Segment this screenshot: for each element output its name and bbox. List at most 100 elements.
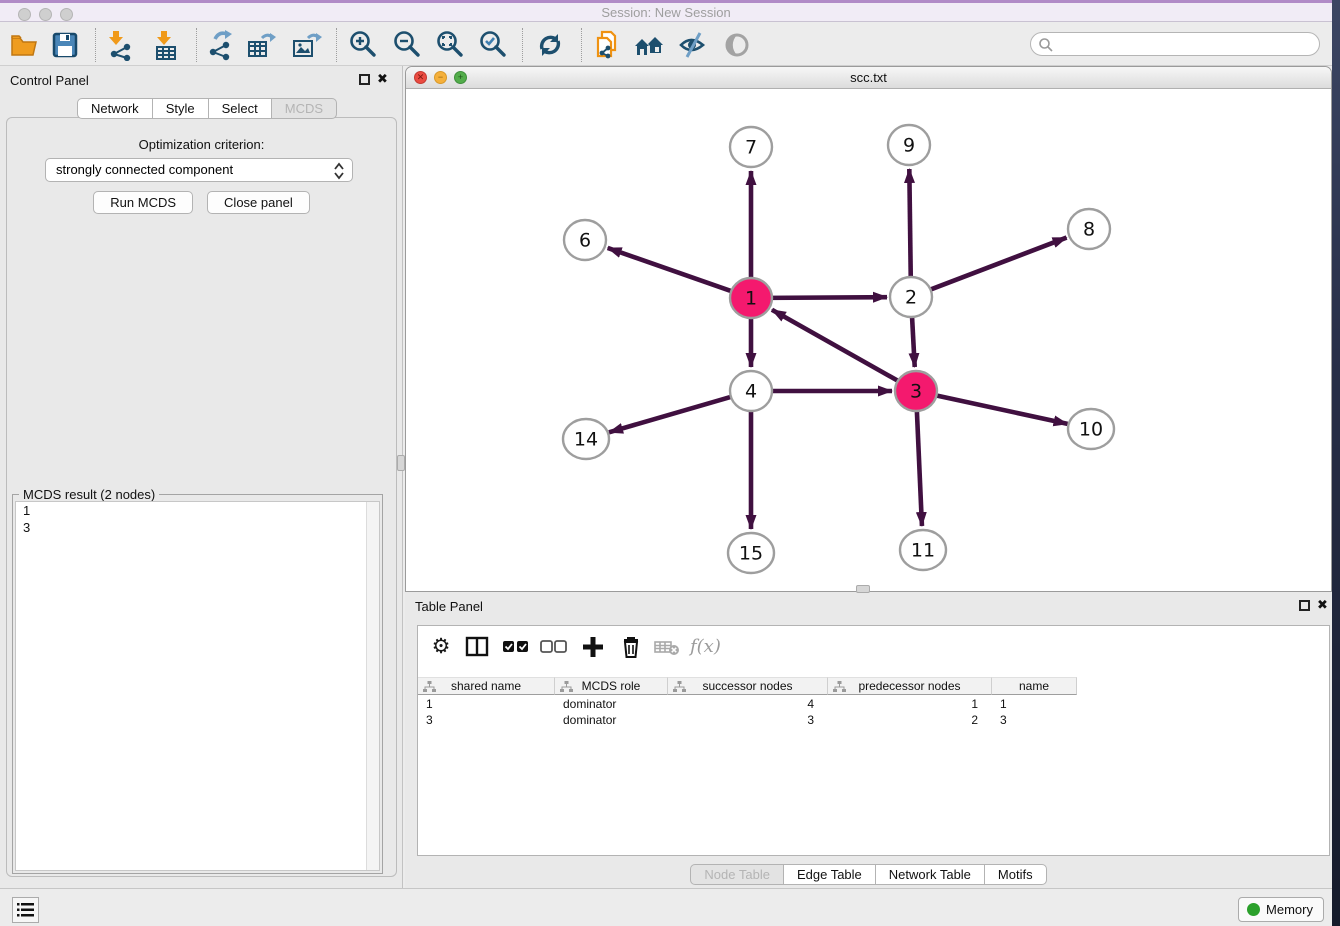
cell-shared-name[interactable]: 3: [418, 712, 555, 728]
close-panel-icon[interactable]: ✖: [377, 71, 388, 87]
zoom-out-icon[interactable]: [391, 29, 423, 61]
tab-mcds[interactable]: MCDS: [271, 98, 337, 119]
cell-name[interactable]: 3: [992, 712, 1077, 728]
import-table-icon[interactable]: [150, 29, 182, 61]
tab-edge-table[interactable]: Edge Table: [783, 864, 876, 885]
edge-2-9[interactable]: [909, 169, 910, 279]
run-mcds-button[interactable]: Run MCDS: [93, 191, 193, 214]
edge-3-1[interactable]: [772, 310, 900, 382]
import-network-icon[interactable]: [104, 29, 136, 61]
cell-mcds-role[interactable]: dominator: [555, 696, 668, 712]
edge-3-10[interactable]: [934, 395, 1068, 424]
add-column-icon[interactable]: [578, 634, 608, 662]
delete-table-icon[interactable]: [653, 634, 683, 662]
memory-button[interactable]: Memory: [1238, 897, 1324, 922]
column-header-mcds-role[interactable]: MCDS role: [555, 677, 668, 695]
deselect-all-icon[interactable]: [539, 634, 569, 662]
export-network-icon[interactable]: [205, 29, 237, 61]
edge-2-3[interactable]: [912, 315, 915, 367]
table-body: 1dominator4113dominator323: [418, 696, 1329, 728]
export-table-icon[interactable]: [246, 29, 278, 61]
export-image-icon[interactable]: [291, 29, 323, 61]
close-table-panel-icon[interactable]: ✖: [1317, 597, 1328, 613]
save-session-icon[interactable]: [49, 29, 81, 61]
column-label: MCDS role: [582, 679, 641, 693]
column-header-successor-nodes[interactable]: successor nodes: [668, 677, 828, 695]
clone-network-icon[interactable]: [591, 29, 623, 61]
show-hide-details-icon[interactable]: [677, 29, 709, 61]
column-header-shared-name[interactable]: shared name: [418, 677, 555, 695]
tab-network[interactable]: Network: [77, 98, 153, 119]
optimization-criterion-select[interactable]: strongly connected component: [45, 158, 353, 182]
column-header-predecessor-nodes[interactable]: predecessor nodes: [828, 677, 992, 695]
node-label-14: 14: [574, 429, 598, 451]
open-file-icon[interactable]: [8, 29, 40, 61]
tab-style[interactable]: Style: [152, 98, 209, 119]
birds-eye-icon[interactable]: [721, 29, 753, 61]
float-panel-icon[interactable]: [359, 74, 370, 85]
mcds-result-textarea[interactable]: 13: [15, 501, 380, 871]
toolbar-separator: [95, 28, 96, 62]
tab-motifs[interactable]: Motifs: [984, 864, 1047, 885]
tab-node-table[interactable]: Node Table: [690, 864, 784, 885]
result-line: 1: [16, 502, 379, 519]
node-label-9: 9: [903, 135, 915, 157]
tab-select[interactable]: Select: [208, 98, 272, 119]
split-panel-icon[interactable]: [462, 634, 492, 662]
optimization-criterion-value: strongly connected component: [56, 162, 233, 177]
column-settings-icon[interactable]: ⚙: [426, 634, 456, 662]
home-icon[interactable]: [633, 29, 665, 61]
memory-status-icon: [1247, 903, 1260, 916]
cell-predecessor-nodes[interactable]: 1: [828, 696, 992, 712]
cell-predecessor-nodes[interactable]: 2: [828, 712, 992, 728]
mcds-result-group: MCDS result (2 nodes) 13: [12, 494, 383, 874]
node-label-11: 11: [911, 540, 935, 562]
table-panel: Table Panel ✖ ⚙: [405, 592, 1332, 888]
search-input[interactable]: [1057, 34, 1313, 54]
cell-name[interactable]: 1: [992, 696, 1077, 712]
close-panel-button[interactable]: Close panel: [207, 191, 310, 214]
cell-successor-nodes[interactable]: 3: [668, 712, 828, 728]
desktop-wallpaper-edge: [1332, 0, 1340, 926]
edge-4-14[interactable]: [609, 396, 734, 432]
result-line: 3: [16, 519, 379, 536]
node-label-7: 7: [745, 137, 757, 159]
edge-2-8[interactable]: [928, 238, 1067, 291]
node-label-4: 4: [745, 381, 757, 403]
table-row[interactable]: 1dominator411: [418, 696, 1329, 712]
zoom-selected-icon[interactable]: [477, 29, 509, 61]
edge-1-2[interactable]: [769, 297, 887, 298]
table-toolbar: ⚙: [418, 626, 1329, 669]
edge-1-6[interactable]: [608, 248, 734, 292]
control-panel: Control Panel ✖ NetworkStyleSelectMCDS O…: [0, 66, 403, 888]
table-row[interactable]: 3dominator323: [418, 712, 1329, 728]
tab-network-table[interactable]: Network Table: [875, 864, 985, 885]
result-scrollbar[interactable]: [366, 502, 379, 870]
column-label: shared name: [451, 679, 521, 693]
node-table-card: ⚙: [417, 625, 1330, 856]
float-table-panel-icon[interactable]: [1299, 600, 1310, 611]
function-builder-icon[interactable]: f(x): [690, 634, 720, 662]
apply-layout-icon[interactable]: [534, 29, 566, 61]
optimization-criterion-label: Optimization criterion:: [0, 137, 403, 152]
cell-mcds-role[interactable]: dominator: [555, 712, 668, 728]
cell-successor-nodes[interactable]: 4: [668, 696, 828, 712]
network-view-window: ✕ − + scc.txt 7968124314101511: [405, 66, 1332, 592]
edge-3-11[interactable]: [917, 409, 922, 526]
toolbar-separator: [196, 28, 197, 62]
zoom-fit-icon[interactable]: [434, 29, 466, 61]
table-header-row: shared name MCDS role successor nodesprede…: [418, 677, 1077, 695]
main-toolbar: [0, 22, 1332, 66]
node-label-1: 1: [745, 288, 757, 310]
cell-shared-name[interactable]: 1: [418, 696, 555, 712]
window-titlebar: Session: New Session: [0, 0, 1332, 22]
column-header-name[interactable]: name: [992, 677, 1077, 695]
network-canvas[interactable]: 7968124314101511: [406, 89, 1331, 591]
zoom-in-icon[interactable]: [347, 29, 379, 61]
table-divider-handle[interactable]: [856, 585, 870, 593]
task-history-icon[interactable]: [12, 897, 39, 923]
panel-divider-handle[interactable]: [397, 455, 405, 471]
node-label-10: 10: [1079, 419, 1103, 441]
select-all-icon[interactable]: [501, 634, 531, 662]
delete-column-icon[interactable]: [616, 634, 646, 662]
